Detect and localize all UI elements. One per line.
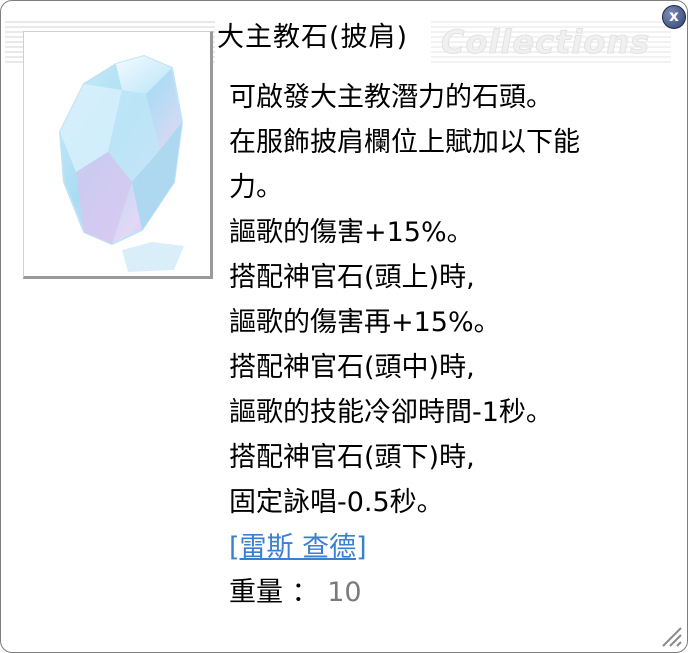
item-description: 可啟發大主教潛力的石頭。 在服飾披肩欄位上賦加以下能 力。 謳歌的傷害+15%。… (229, 75, 580, 615)
description-line: 固定詠唱-0.5秒。 (229, 487, 444, 518)
weight-label: 重量 ： (229, 577, 319, 608)
description-line: 搭配神官石(頭中)時, (229, 352, 475, 383)
description-line: 謳歌的技能冷卻時間-1秒。 (229, 397, 553, 428)
monster-source-link[interactable]: [雷斯 查德] (229, 525, 580, 570)
description-line: 搭配神官石(頭上)時, (229, 262, 475, 293)
weight-value: 10 (327, 577, 362, 608)
close-button[interactable]: x (662, 5, 686, 29)
description-line: 謳歌的傷害+15%。 (229, 217, 474, 248)
description-line: 搭配神官石(頭下)時, (229, 442, 475, 473)
weight-row: 重量 ： 10 (229, 570, 580, 615)
crystal-stone-icon (58, 54, 184, 272)
description-line: 謳歌的傷害再+15%。 (229, 307, 501, 338)
description-line: 力。 (229, 172, 283, 203)
description-line: 在服飾披肩欄位上賦加以下能 (229, 127, 580, 158)
item-title: 大主教石(披肩) (217, 22, 409, 53)
resize-grip-icon[interactable] (657, 622, 683, 648)
description-line: 可啟發大主教潛力的石頭。 (229, 82, 553, 113)
collections-watermark: Collections (440, 23, 651, 62)
item-image-panel (23, 31, 213, 279)
item-description-window: Collections 大主教石(披肩) x 可啟發大主教潛力的石頭。 在服飾披… (0, 0, 688, 653)
